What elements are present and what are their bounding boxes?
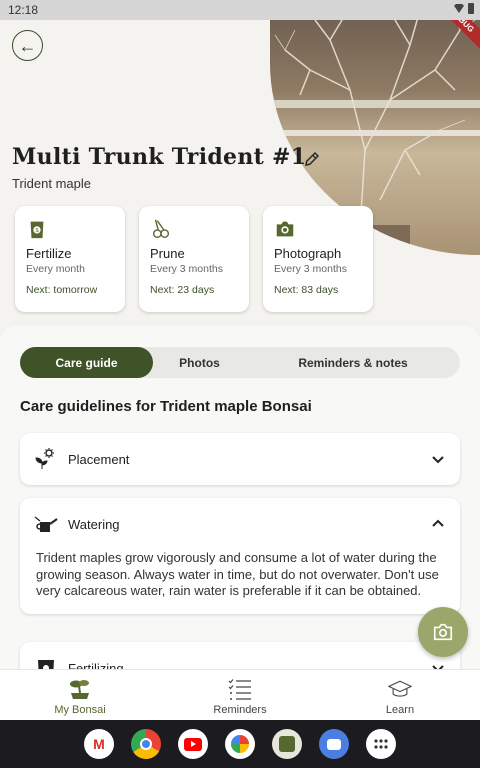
task-next: Next: 23 days	[150, 284, 215, 296]
nav-label: My Bonsai	[54, 704, 106, 716]
chevron-up-icon	[432, 519, 444, 527]
task-frequency: Every 3 months	[150, 263, 223, 275]
camera-icon	[433, 623, 453, 641]
nav-my-bonsai[interactable]: My Bonsai	[0, 670, 160, 720]
battery-icon	[468, 3, 474, 14]
care-heading: Care guidelines for Trident maple Bonsai	[20, 398, 312, 415]
tab-photos[interactable]: Photos	[153, 347, 246, 378]
svg-text:$: $	[35, 228, 38, 234]
status-bar: 12:18	[0, 0, 480, 20]
task-next: Next: tomorrow	[26, 284, 98, 296]
plant-species: Trident maple	[12, 176, 91, 191]
app-dock: M	[0, 720, 480, 768]
status-time: 12:18	[8, 3, 39, 17]
checklist-icon	[228, 679, 251, 700]
back-button[interactable]: ←	[12, 30, 43, 61]
youtube-icon[interactable]	[178, 729, 208, 759]
task-card-photograph[interactable]: Photograph Every 3 months Next: 83 days	[263, 206, 373, 312]
app-drawer-icon[interactable]	[366, 729, 396, 759]
gmail-icon[interactable]: M	[84, 729, 114, 759]
task-card-fertilize[interactable]: $ Fertilize Every month Next: tomorrow	[15, 206, 125, 312]
graduation-cap-icon	[388, 680, 412, 697]
nav-label: Reminders	[213, 704, 267, 716]
edit-pencil-icon[interactable]	[303, 150, 321, 168]
task-next: Next: 83 days	[274, 284, 339, 296]
accordion-placement[interactable]: Placement	[20, 433, 460, 485]
watering-body-text: Trident maples grow vigorously and consu…	[36, 550, 439, 598]
placement-icon	[35, 448, 54, 469]
content-sheet: Care guide Photos Reminders & notes Care…	[0, 326, 480, 720]
camera-icon	[276, 221, 294, 237]
watering-can-icon	[34, 516, 58, 532]
nav-reminders[interactable]: Reminders	[160, 670, 320, 720]
bottom-navigation: My Bonsai Reminders Learn	[0, 669, 480, 720]
nav-label: Learn	[385, 704, 415, 716]
pruning-shears-icon	[152, 219, 170, 238]
task-frequency: Every month	[26, 263, 85, 275]
fertilizer-bag-icon: $	[30, 221, 44, 239]
tab-care-guide[interactable]: Care guide	[20, 347, 153, 378]
task-card-prune[interactable]: Prune Every 3 months Next: 23 days	[139, 206, 249, 312]
bonsai-app-icon[interactable]	[272, 729, 302, 759]
arrow-left-icon: ←	[18, 35, 37, 56]
status-icons	[454, 3, 474, 14]
accordion-label: Watering	[68, 516, 120, 532]
nav-learn[interactable]: Learn	[320, 670, 480, 720]
wifi-icon	[454, 4, 464, 13]
plant-name: Multi Trunk Trident #1	[12, 144, 307, 170]
tab-reminders-notes[interactable]: Reminders & notes	[246, 347, 460, 378]
tab-bar: Care guide Photos Reminders & notes	[20, 347, 460, 378]
messages-icon[interactable]	[319, 729, 349, 759]
chevron-down-icon	[432, 456, 444, 464]
google-photos-icon[interactable]	[225, 729, 255, 759]
task-frequency: Every 3 months	[274, 263, 347, 275]
chrome-icon[interactable]	[131, 729, 161, 759]
task-title: Prune	[150, 246, 185, 261]
task-title: Fertilize	[26, 246, 72, 261]
accordion-watering[interactable]: Watering Trident maples grow vigorously …	[20, 498, 460, 614]
accordion-label: Placement	[68, 451, 130, 467]
add-photo-button[interactable]	[418, 607, 468, 657]
bonsai-icon	[70, 680, 89, 699]
task-title: Photograph	[274, 246, 342, 261]
